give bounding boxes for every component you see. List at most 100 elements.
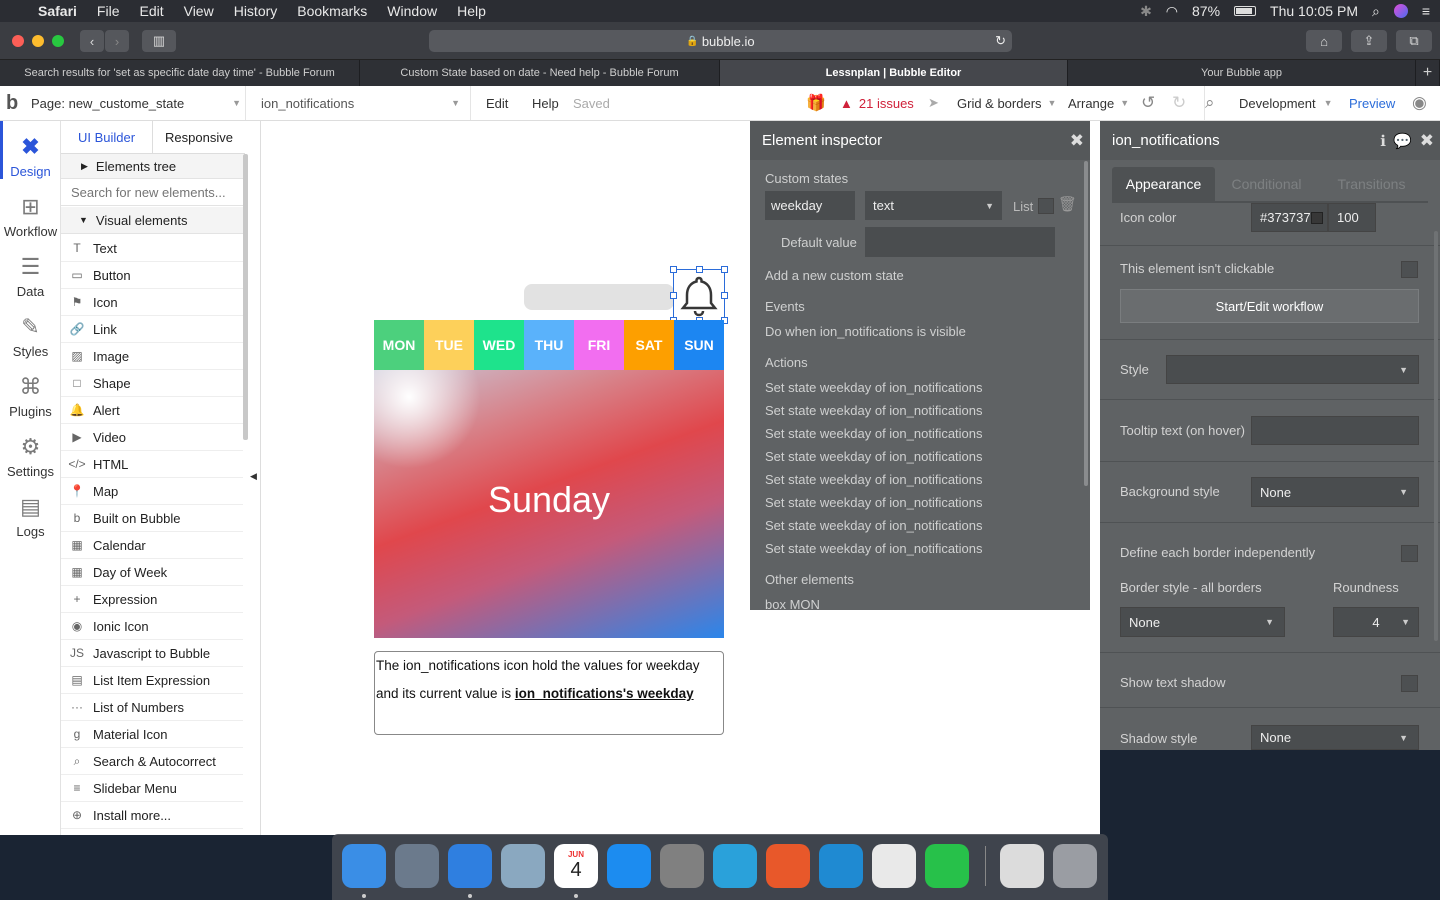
page-selector[interactable]: Page: new_custome_state ▼ <box>31 86 246 120</box>
element-item-shape[interactable]: □ Shape <box>61 370 243 397</box>
element-item-expression[interactable]: + Expression <box>61 586 243 613</box>
element-item-list-of-numbers[interactable]: ··· List of Numbers <box>61 694 243 721</box>
spotlight-icon[interactable]: ⌕ <box>1372 3 1380 20</box>
sidebar-item-styles[interactable]: ✎ Styles <box>0 301 61 359</box>
browser-tab[interactable]: Search results for 'set as specific date… <box>0 60 360 86</box>
element-item-list-item-expression[interactable]: ▤ List Item Expression <box>61 667 243 694</box>
dock-chrome-icon[interactable] <box>872 844 916 888</box>
day-box-mon[interactable]: MON <box>374 320 424 370</box>
trash-icon[interactable]: 🗑 <box>1058 195 1077 213</box>
action-item[interactable]: Set state weekday of ion_notifications <box>765 472 983 487</box>
action-item[interactable]: Set state weekday of ion_notifications <box>765 541 983 556</box>
day-display-group[interactable]: Sunday <box>374 370 724 638</box>
dock-trash-icon[interactable] <box>1053 844 1097 888</box>
action-item[interactable]: Set state weekday of ion_notifications <box>765 449 983 464</box>
environment-menu[interactable]: Development ▼ <box>1239 86 1333 120</box>
grid-borders-menu[interactable]: Grid & borders ▼ <box>957 86 1056 120</box>
elements-tree-toggle[interactable]: ▶ Elements tree <box>61 154 243 179</box>
menu-edit[interactable]: Edit <box>129 3 173 19</box>
element-item-slidebar-menu[interactable]: ≡ Slidebar Menu <box>61 775 243 802</box>
dock-calendar-icon[interactable]: JUN 4 <box>554 844 598 888</box>
battery-percent[interactable]: 87% <box>1192 3 1220 19</box>
sidebar-toggle-icon[interactable]: ▥ <box>142 30 176 52</box>
element-item-text[interactable]: T Text <box>61 235 243 262</box>
sidebar-item-data[interactable]: ☰ Data <box>0 241 61 299</box>
element-item-javascript-to-bubble[interactable]: JS Javascript to Bubble <box>61 640 243 667</box>
element-item-link[interactable]: 🔗 Link <box>61 316 243 343</box>
tab-transitions[interactable]: Transitions <box>1320 167 1423 201</box>
dock-whatsapp-icon[interactable] <box>925 844 969 888</box>
comment-icon[interactable]: 💬 <box>1393 132 1412 150</box>
browser-tab[interactable]: Custom State based on date - Need help -… <box>360 60 720 86</box>
undo-icon[interactable]: ↺ <box>1141 86 1155 120</box>
dock-system-preferences-icon[interactable] <box>660 844 704 888</box>
state-name-input[interactable]: weekday <box>765 191 855 220</box>
browser-tab-active[interactable]: Lessnplan | Bubble Editor <box>720 60 1068 86</box>
border-independent-checkbox[interactable] <box>1401 545 1418 562</box>
collapse-panel-icon[interactable]: ◀ <box>250 471 257 482</box>
menu-history[interactable]: History <box>224 3 288 19</box>
property-scrollbar[interactable] <box>1434 231 1438 641</box>
forward-button[interactable]: › <box>105 30 129 52</box>
sidebar-item-workflow[interactable]: ⊞ Workflow <box>0 181 61 239</box>
arrange-menu[interactable]: Arrange ▼ <box>1068 86 1129 120</box>
address-bar[interactable]: 🔒 bubble.io ↻ <box>429 30 1012 52</box>
bluetooth-icon[interactable]: ✱ <box>1140 3 1152 20</box>
tabs-overview-icon[interactable]: ⧉ <box>1396 30 1432 52</box>
close-window-button[interactable] <box>12 35 24 47</box>
state-type-dropdown[interactable]: text ▼ <box>865 191 1002 220</box>
element-item-video[interactable]: ▶ Video <box>61 424 243 451</box>
edit-menu[interactable]: Edit <box>486 86 508 120</box>
panel-scrollbar[interactable] <box>243 154 248 440</box>
start-edit-workflow-button[interactable]: Start/Edit workflow <box>1120 289 1419 323</box>
menu-window[interactable]: Window <box>377 3 447 19</box>
reload-icon[interactable]: ↻ <box>995 33 1006 49</box>
day-box-sun[interactable]: SUN <box>674 320 724 370</box>
inspector-scrollbar[interactable] <box>1084 161 1088 486</box>
not-clickable-checkbox[interactable] <box>1401 261 1418 278</box>
day-box-sat[interactable]: SAT <box>624 320 674 370</box>
action-item[interactable]: Set state weekday of ion_notifications <box>765 518 983 533</box>
border-style-dropdown[interactable]: None ▼ <box>1120 607 1285 637</box>
menu-bookmarks[interactable]: Bookmarks <box>287 3 377 19</box>
siri-icon[interactable] <box>1393 4 1408 18</box>
style-dropdown[interactable]: ▼ <box>1166 355 1419 384</box>
preview-link[interactable]: Preview <box>1349 86 1395 120</box>
help-menu[interactable]: Help <box>532 86 559 120</box>
element-selector[interactable]: ion_notifications ▼ <box>261 86 471 120</box>
dock-preview-icon[interactable] <box>501 844 545 888</box>
issues-indicator[interactable]: ▲ 21 issues <box>840 86 914 120</box>
visual-elements-header[interactable]: ▼ Visual elements <box>61 207 243 234</box>
other-element-item[interactable]: box MON <box>765 597 820 612</box>
tab-conditional[interactable]: Conditional <box>1215 167 1318 201</box>
element-item-search-autocorrect[interactable]: ⌕ Search & Autocorrect <box>61 748 243 775</box>
dock-vs-code-icon[interactable] <box>819 844 863 888</box>
redo-icon[interactable]: ↻ <box>1172 86 1186 120</box>
cursor-icon[interactable]: ➤ <box>928 86 939 120</box>
element-item-icon[interactable]: ⚑ Icon <box>61 289 243 316</box>
close-icon[interactable]: ✖ <box>1070 131 1084 151</box>
element-item-html[interactable]: </> HTML <box>61 451 243 478</box>
color-swatch[interactable] <box>1311 211 1323 224</box>
wifi-icon[interactable]: ◠ <box>1166 3 1178 20</box>
browser-tab[interactable]: Your Bubble app <box>1068 60 1416 86</box>
home-icon[interactable]: ⌂ <box>1306 30 1342 52</box>
icon-color-input[interactable]: #373737 <box>1251 203 1328 232</box>
account-avatar-icon[interactable]: ◉ <box>1412 86 1427 120</box>
dock-safari-icon[interactable] <box>448 844 492 888</box>
shadow-style-dropdown[interactable]: None ▼ <box>1251 725 1419 750</box>
info-icon[interactable]: ℹ <box>1380 132 1386 150</box>
tab-appearance[interactable]: Appearance <box>1112 167 1215 201</box>
zoom-window-button[interactable] <box>52 35 64 47</box>
minimize-window-button[interactable] <box>32 35 44 47</box>
element-item-map[interactable]: 📍 Map <box>61 478 243 505</box>
sidebar-item-settings[interactable]: ⚙ Settings <box>0 421 61 479</box>
close-icon[interactable]: ✖ <box>1420 131 1434 151</box>
menu-view[interactable]: View <box>174 3 224 19</box>
action-item[interactable]: Set state weekday of ion_notifications <box>765 495 983 510</box>
weekday-text-box[interactable]: The ion_notifications icon hold the valu… <box>374 651 724 735</box>
sidebar-item-logs[interactable]: ▤ Logs <box>0 481 61 539</box>
notification-center-icon[interactable]: ≡ <box>1422 3 1430 19</box>
dock-documents-icon[interactable] <box>1000 844 1044 888</box>
menu-app-name[interactable]: Safari <box>28 3 87 19</box>
